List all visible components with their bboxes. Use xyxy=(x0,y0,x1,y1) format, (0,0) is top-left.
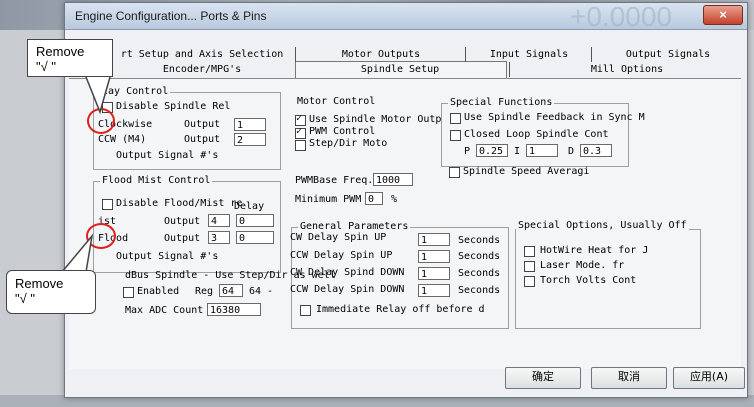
callout-pointer-bottom xyxy=(61,233,94,273)
callout-pointer-top xyxy=(85,76,111,115)
callout-arrows xyxy=(61,76,111,273)
remove-callout-bottom: Remove "√ " xyxy=(6,270,96,314)
